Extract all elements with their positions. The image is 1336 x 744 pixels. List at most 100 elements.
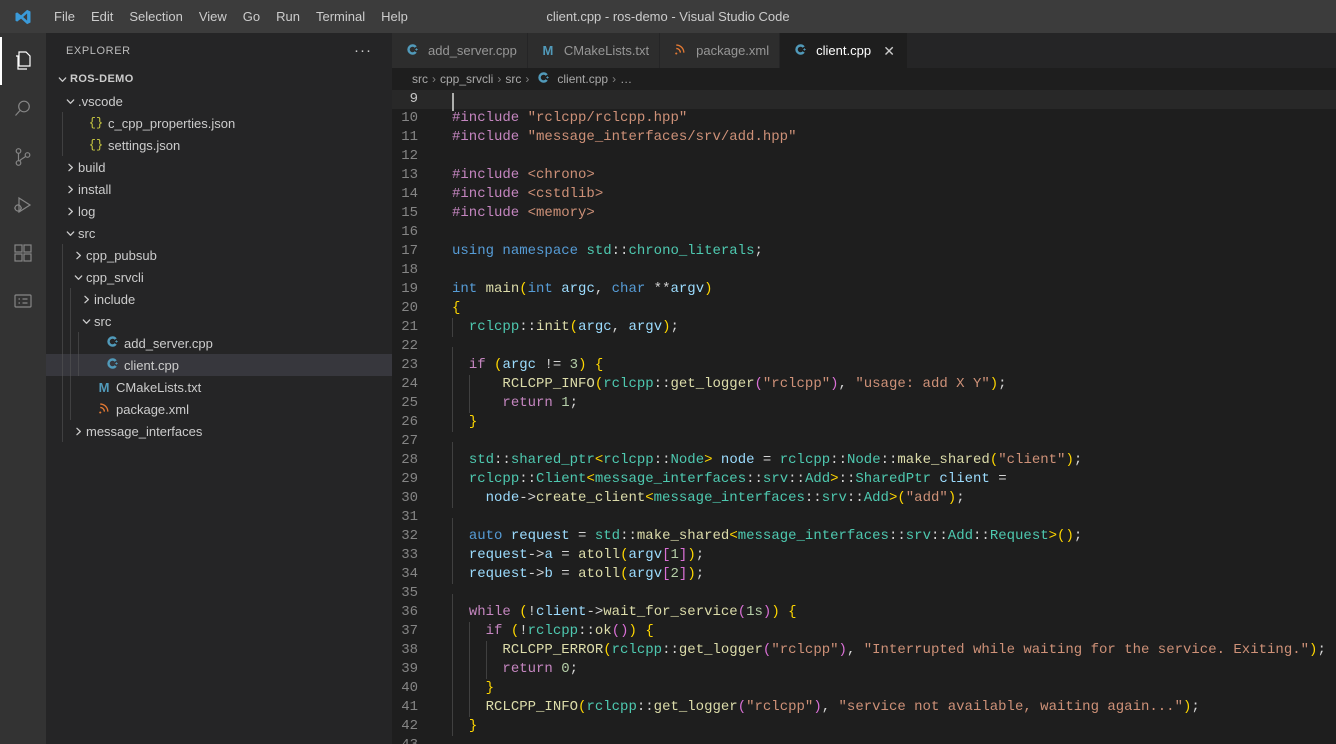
code-line[interactable]: 34 request->b = atoll(argv[2]);	[392, 565, 1336, 584]
explorer-icon[interactable]	[0, 37, 46, 85]
code-line[interactable]: 43	[392, 736, 1336, 744]
code-line[interactable]: 11 #include "message_interfaces/srv/add.h…	[392, 128, 1336, 147]
code-line[interactable]: 18	[392, 261, 1336, 280]
menu-item-run[interactable]: Run	[268, 0, 308, 33]
chevron-down-icon[interactable]	[70, 272, 86, 283]
tree-file-row[interactable]: {} c_cpp_properties.json	[46, 112, 392, 134]
chevron-right-icon[interactable]	[70, 426, 86, 437]
code-line[interactable]: 15 #include <memory>	[392, 204, 1336, 223]
code-token: ::	[519, 319, 537, 335]
indent-guide	[452, 698, 453, 717]
code-line[interactable]: 33 request->a = atoll(argv[1]);	[392, 546, 1336, 565]
code-line[interactable]: 22	[392, 337, 1336, 366]
run-and-debug-icon[interactable]	[0, 181, 46, 229]
code-line[interactable]: 21 rclcpp::init(argc, argv);	[392, 318, 1336, 337]
tab-cmakelists-txt[interactable]: M CMakeLists.txt	[527, 33, 661, 68]
code-line[interactable]: 35	[392, 584, 1336, 613]
code-token: Client	[536, 471, 587, 487]
tree-folder-row[interactable]: .vscode	[46, 90, 392, 112]
code-line-content: #include <cstdlib>	[440, 185, 1336, 204]
code-token: Request	[989, 528, 1049, 544]
code-line[interactable]: 23 if (argc != 3) {	[392, 356, 1336, 375]
tree-file-row[interactable]: package.xml	[46, 398, 392, 420]
chevron-right-icon[interactable]	[62, 184, 78, 195]
tree-folder-row[interactable]: message_interfaces	[46, 420, 392, 442]
code-line[interactable]: 13 #include <chrono>	[392, 166, 1336, 185]
tree-folder-row[interactable]: cpp_pubsub	[46, 244, 392, 266]
code-line[interactable]: 24 RCLCPP_INFO(rclcpp::get_logger("rclcp…	[392, 375, 1336, 394]
tree-folder-row[interactable]: src	[46, 310, 392, 332]
testing-icon[interactable]	[0, 277, 46, 325]
chevron-right-icon[interactable]	[70, 250, 86, 261]
tree-folder-row[interactable]: log	[46, 200, 392, 222]
menu-item-terminal[interactable]: Terminal	[308, 0, 373, 33]
sidebar-more-actions-icon[interactable]: ···	[354, 43, 372, 58]
tree-folder-row[interactable]: install	[46, 178, 392, 200]
tree-file-row[interactable]: M CMakeLists.txt	[46, 376, 392, 398]
code-line[interactable]: 41 RCLCPP_INFO(rclcpp::get_logger("rclcp…	[392, 698, 1336, 717]
code-token: ::	[788, 471, 805, 487]
menu-item-view[interactable]: View	[191, 0, 235, 33]
chevron-right-icon[interactable]	[62, 162, 78, 173]
chevron-down-icon[interactable]	[62, 228, 78, 239]
close-icon[interactable]: ✕	[881, 43, 897, 59]
tab-client-cpp[interactable]: client.cpp ✕	[780, 33, 909, 68]
code-line[interactable]: 9	[392, 90, 1336, 111]
search-icon[interactable]	[0, 85, 46, 133]
code-line[interactable]: 32 auto request = std::make_shared<messa…	[392, 527, 1336, 546]
code-line[interactable]: 20 {	[392, 299, 1336, 318]
menu-item-selection[interactable]: Selection	[121, 0, 190, 33]
code-line[interactable]: 40 }	[392, 679, 1336, 698]
code-line[interactable]: 39 return 0;	[392, 660, 1336, 679]
source-control-icon[interactable]	[0, 133, 46, 181]
tree-file-row[interactable]: client.cpp	[46, 354, 392, 376]
line-number: 9	[409, 91, 418, 107]
tree-root-row[interactable]: ROS-DEMO	[46, 68, 392, 90]
tree-folder-row[interactable]: include	[46, 288, 392, 310]
tree-folder-row[interactable]: src	[46, 222, 392, 244]
code-token: SharedPtr	[855, 471, 932, 487]
tree-folder-row[interactable]: build	[46, 156, 392, 178]
menu-item-go[interactable]: Go	[235, 0, 268, 33]
breadcrumb-item[interactable]: cpp_srvcli	[440, 72, 493, 86]
code-token: ::	[830, 452, 847, 468]
menu-item-file[interactable]: File	[46, 0, 83, 33]
code-line[interactable]: 29 rclcpp::Client<message_interfaces::sr…	[392, 470, 1336, 489]
code-line[interactable]: 19 int main(int argc, char **argv)	[392, 280, 1336, 299]
chevron-right-icon[interactable]	[62, 206, 78, 217]
extensions-icon[interactable]	[0, 229, 46, 277]
indent-guide	[468, 679, 470, 698]
code-line[interactable]: 30 node->create_client<message_interface…	[392, 489, 1336, 508]
code-editor[interactable]: 9 10 #include "rclcpp/rclcpp.hpp" 11 #includ…	[392, 90, 1336, 744]
menu-item-edit[interactable]: Edit	[83, 0, 121, 33]
tree-folder-row[interactable]: cpp_srvcli	[46, 266, 392, 288]
code-line[interactable]: 36 while (!client->wait_for_service(1s))…	[392, 603, 1336, 622]
code-token: )	[704, 281, 713, 297]
menu-item-help[interactable]: Help	[373, 0, 416, 33]
tree-file-row[interactable]: add_server.cpp	[46, 332, 392, 354]
tab-add-server-cpp[interactable]: add_server.cpp	[392, 33, 528, 68]
code-line[interactable]: 38 RCLCPP_ERROR(rclcpp::get_logger("rclc…	[392, 641, 1336, 660]
code-line[interactable]: 37 if (!rclcpp::ok()) {	[392, 622, 1336, 641]
chevron-down-icon[interactable]	[54, 74, 70, 85]
breadcrumb-item[interactable]: …	[620, 72, 632, 86]
breadcrumb-item[interactable]: src	[505, 72, 521, 86]
code-line[interactable]: 28 std::shared_ptr<rclcpp::Node> node = …	[392, 451, 1336, 470]
code-line[interactable]: 25 return 1;	[392, 394, 1336, 413]
code-line[interactable]: 31	[392, 508, 1336, 537]
code-line[interactable]: 17 using namespace std::chrono_literals;	[392, 242, 1336, 261]
breadcrumb-item[interactable]: client.cpp	[533, 71, 608, 87]
tree-file-row[interactable]: {} settings.json	[46, 134, 392, 156]
code-line[interactable]: 12	[392, 147, 1336, 166]
code-line[interactable]: 10 #include "rclcpp/rclcpp.hpp"	[392, 109, 1336, 128]
code-line[interactable]: 16	[392, 223, 1336, 242]
code-line[interactable]: 14 #include <cstdlib>	[392, 185, 1336, 204]
chevron-right-icon[interactable]	[78, 294, 94, 305]
code-line[interactable]: 26 }	[392, 413, 1336, 432]
breadcrumb-item[interactable]: src	[412, 72, 428, 86]
code-line[interactable]: 27	[392, 432, 1336, 461]
tab-package-xml[interactable]: package.xml	[660, 33, 781, 68]
chevron-down-icon[interactable]	[62, 96, 78, 107]
code-line[interactable]: 42 }	[392, 717, 1336, 736]
chevron-down-icon[interactable]	[78, 316, 94, 327]
